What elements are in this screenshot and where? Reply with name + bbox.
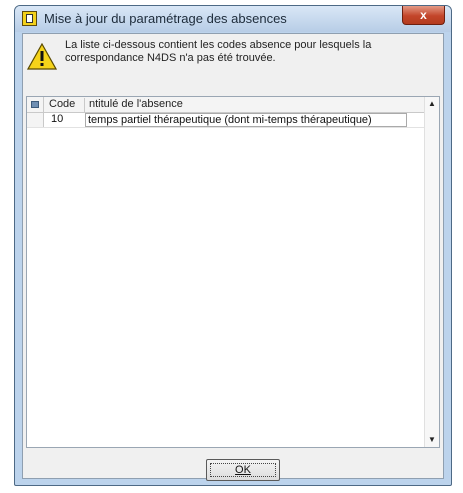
grid-header: Code ntitulé de l'absence [27,97,424,113]
table-row[interactable]: 10 temps partiel thérapeutique (dont mi-… [27,113,424,128]
window-title: Mise à jour du paramétrage des absences [44,11,287,26]
dialog-body: La liste ci-dessous contient les codes a… [22,33,444,481]
select-all-icon [31,101,39,108]
dialog-window: Mise à jour du paramétrage des absences … [14,5,452,486]
message-line-1: La liste ci-dessous contient les codes a… [65,39,372,51]
ok-button[interactable]: OK [206,459,280,481]
column-header-label[interactable]: ntitulé de l'absence [89,98,183,110]
select-all-cell[interactable] [27,97,44,112]
vertical-scrollbar[interactable]: ▲ ▼ [424,97,439,447]
row-selector[interactable] [27,113,44,127]
app-notepad-icon [22,11,37,26]
row-code-cell: 10 [51,113,64,125]
warning-icon [27,43,57,70]
column-header-code[interactable]: Code [45,98,85,112]
scroll-up-arrow-icon[interactable]: ▲ [426,97,438,111]
title-bar[interactable]: Mise à jour du paramétrage des absences … [15,6,451,32]
row-label-cell[interactable]: temps partiel thérapeutique (dont mi-tem… [85,113,407,127]
close-button[interactable]: x [402,6,445,25]
message-line-2: correspondance N4DS n'a pas été trouvée. [65,52,276,64]
message-text: La liste ci-dessous contient les codes a… [65,39,440,65]
absence-grid[interactable]: Code ntitulé de l'absence 10 temps parti… [26,96,440,448]
ok-button-label: OK [235,464,251,476]
scroll-down-arrow-icon[interactable]: ▼ [426,433,438,447]
